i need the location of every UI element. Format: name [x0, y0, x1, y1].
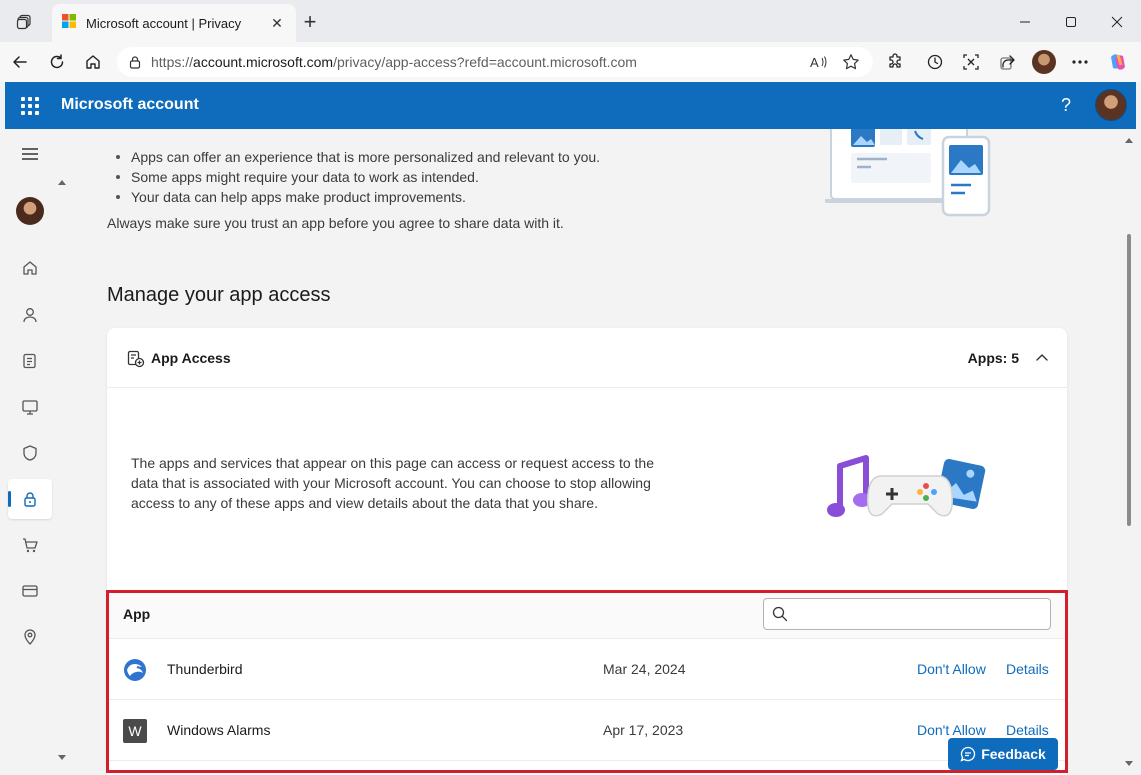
profile-avatar[interactable]	[1030, 48, 1058, 76]
benefits-list: Apps can offer an experience that is mor…	[107, 147, 600, 207]
app-table: App Thunderbird Mar 24, 2024 Don't Allow…	[107, 591, 1067, 775]
app-access-icon	[127, 350, 145, 368]
extensions-icon[interactable]	[881, 48, 909, 76]
table-row: Thunderbird Mar 24, 2024 Don't Allow Det…	[107, 639, 1067, 700]
apps-count: Apps: 5	[967, 350, 1019, 366]
url-text: https://account.microsoft.com/privacy/ap…	[151, 54, 637, 70]
dont-allow-link[interactable]: Don't Allow	[917, 722, 986, 738]
windows-alarms-icon: W	[123, 719, 147, 743]
site-brand[interactable]: Microsoft account	[61, 96, 199, 114]
card-title: App Access	[151, 350, 231, 366]
site-header: Microsoft account ?	[5, 82, 1136, 129]
payment-card-icon[interactable]	[8, 571, 52, 611]
maximize-icon[interactable]	[1057, 8, 1085, 36]
details-link[interactable]: Details	[1006, 661, 1049, 677]
close-window-icon[interactable]	[1103, 8, 1131, 36]
privacy-lock-icon[interactable]	[8, 479, 52, 519]
svg-text:A: A	[810, 55, 819, 70]
browser-tab[interactable]: Microsoft account | Privacy ✕	[52, 4, 296, 42]
refresh-icon[interactable]	[43, 48, 71, 76]
rewards-icon[interactable]	[8, 341, 52, 381]
home-icon[interactable]	[8, 248, 52, 288]
browser-toolbar: https://account.microsoft.com/privacy/ap…	[0, 42, 1141, 82]
column-header-app: App	[123, 606, 151, 622]
feedback-label: Feedback	[981, 746, 1046, 762]
lock-icon[interactable]	[125, 52, 145, 72]
search-icon	[772, 606, 788, 622]
details-link[interactable]: Details	[1006, 722, 1049, 738]
trust-note: Always make sure you trust an app before…	[107, 215, 564, 231]
svg-text:W: W	[128, 723, 142, 739]
app-launcher-icon[interactable]	[21, 97, 39, 115]
list-item: Some apps might require your data to wor…	[107, 167, 600, 187]
read-aloud-icon[interactable]: A	[809, 52, 829, 72]
share-icon[interactable]	[994, 48, 1022, 76]
devices-icon[interactable]	[8, 387, 52, 427]
page-title: Manage your app access	[107, 284, 331, 306]
more-options-icon[interactable]	[1066, 48, 1094, 76]
card-header[interactable]: App Access Apps: 5	[107, 328, 1067, 388]
location-icon[interactable]	[8, 617, 52, 657]
person-icon[interactable]	[8, 295, 52, 335]
screenshot-icon[interactable]	[957, 48, 985, 76]
tab-title: Microsoft account | Privacy	[86, 15, 242, 31]
app-name: Thunderbird	[167, 661, 243, 677]
favorite-star-icon[interactable]	[841, 52, 861, 72]
table-row: W Windows Alarms Apr 17, 2023 Don't Allo…	[107, 700, 1067, 761]
help-icon[interactable]: ?	[1055, 94, 1077, 116]
devices-illustration	[825, 129, 991, 217]
rail-avatar[interactable]	[8, 191, 52, 231]
app-date: Apr 17, 2023	[603, 722, 684, 738]
card-description: The apps and services that appear on thi…	[131, 455, 654, 511]
dont-allow-link[interactable]: Don't Allow	[917, 661, 986, 677]
thunderbird-icon	[124, 659, 146, 681]
address-bar[interactable]: https://account.microsoft.com/privacy/ap…	[117, 47, 873, 77]
app-date: Mar 24, 2024	[603, 661, 686, 677]
table-header: App	[107, 591, 1067, 639]
cart-icon[interactable]	[8, 525, 52, 565]
menu-icon[interactable]	[8, 134, 52, 174]
left-nav-rail	[5, 129, 55, 775]
nav-scrollbar[interactable]	[55, 170, 69, 770]
copilot-icon[interactable]	[1104, 48, 1132, 76]
chevron-up-icon[interactable]	[1033, 348, 1051, 366]
shield-icon[interactable]	[8, 433, 52, 473]
tab-actions-icon[interactable]	[12, 10, 36, 34]
close-tab-icon[interactable]: ✕	[266, 12, 288, 34]
history-icon[interactable]	[921, 48, 949, 76]
minimize-icon[interactable]	[1011, 8, 1039, 36]
feedback-button[interactable]: Feedback	[948, 738, 1058, 770]
account-avatar[interactable]	[1095, 89, 1127, 121]
search-box[interactable]	[763, 598, 1051, 630]
main-content: Apps can offer an experience that is mor…	[70, 129, 1122, 775]
search-input[interactable]	[796, 606, 1050, 622]
list-item: Apps can offer an experience that is mor…	[107, 147, 600, 167]
new-tab-icon[interactable]: +	[298, 9, 322, 34]
list-item: Your data can help apps make product imp…	[107, 187, 600, 207]
back-icon[interactable]	[6, 48, 34, 76]
app-name: Windows Alarms	[167, 722, 271, 738]
feedback-icon	[960, 746, 976, 762]
browser-titlebar: Microsoft account | Privacy ✕ +	[0, 0, 1141, 42]
microsoft-logo-icon	[62, 13, 76, 33]
page-scrollbar[interactable]	[1122, 129, 1136, 775]
home-button-icon[interactable]	[79, 48, 107, 76]
apps-illustration	[827, 455, 986, 517]
